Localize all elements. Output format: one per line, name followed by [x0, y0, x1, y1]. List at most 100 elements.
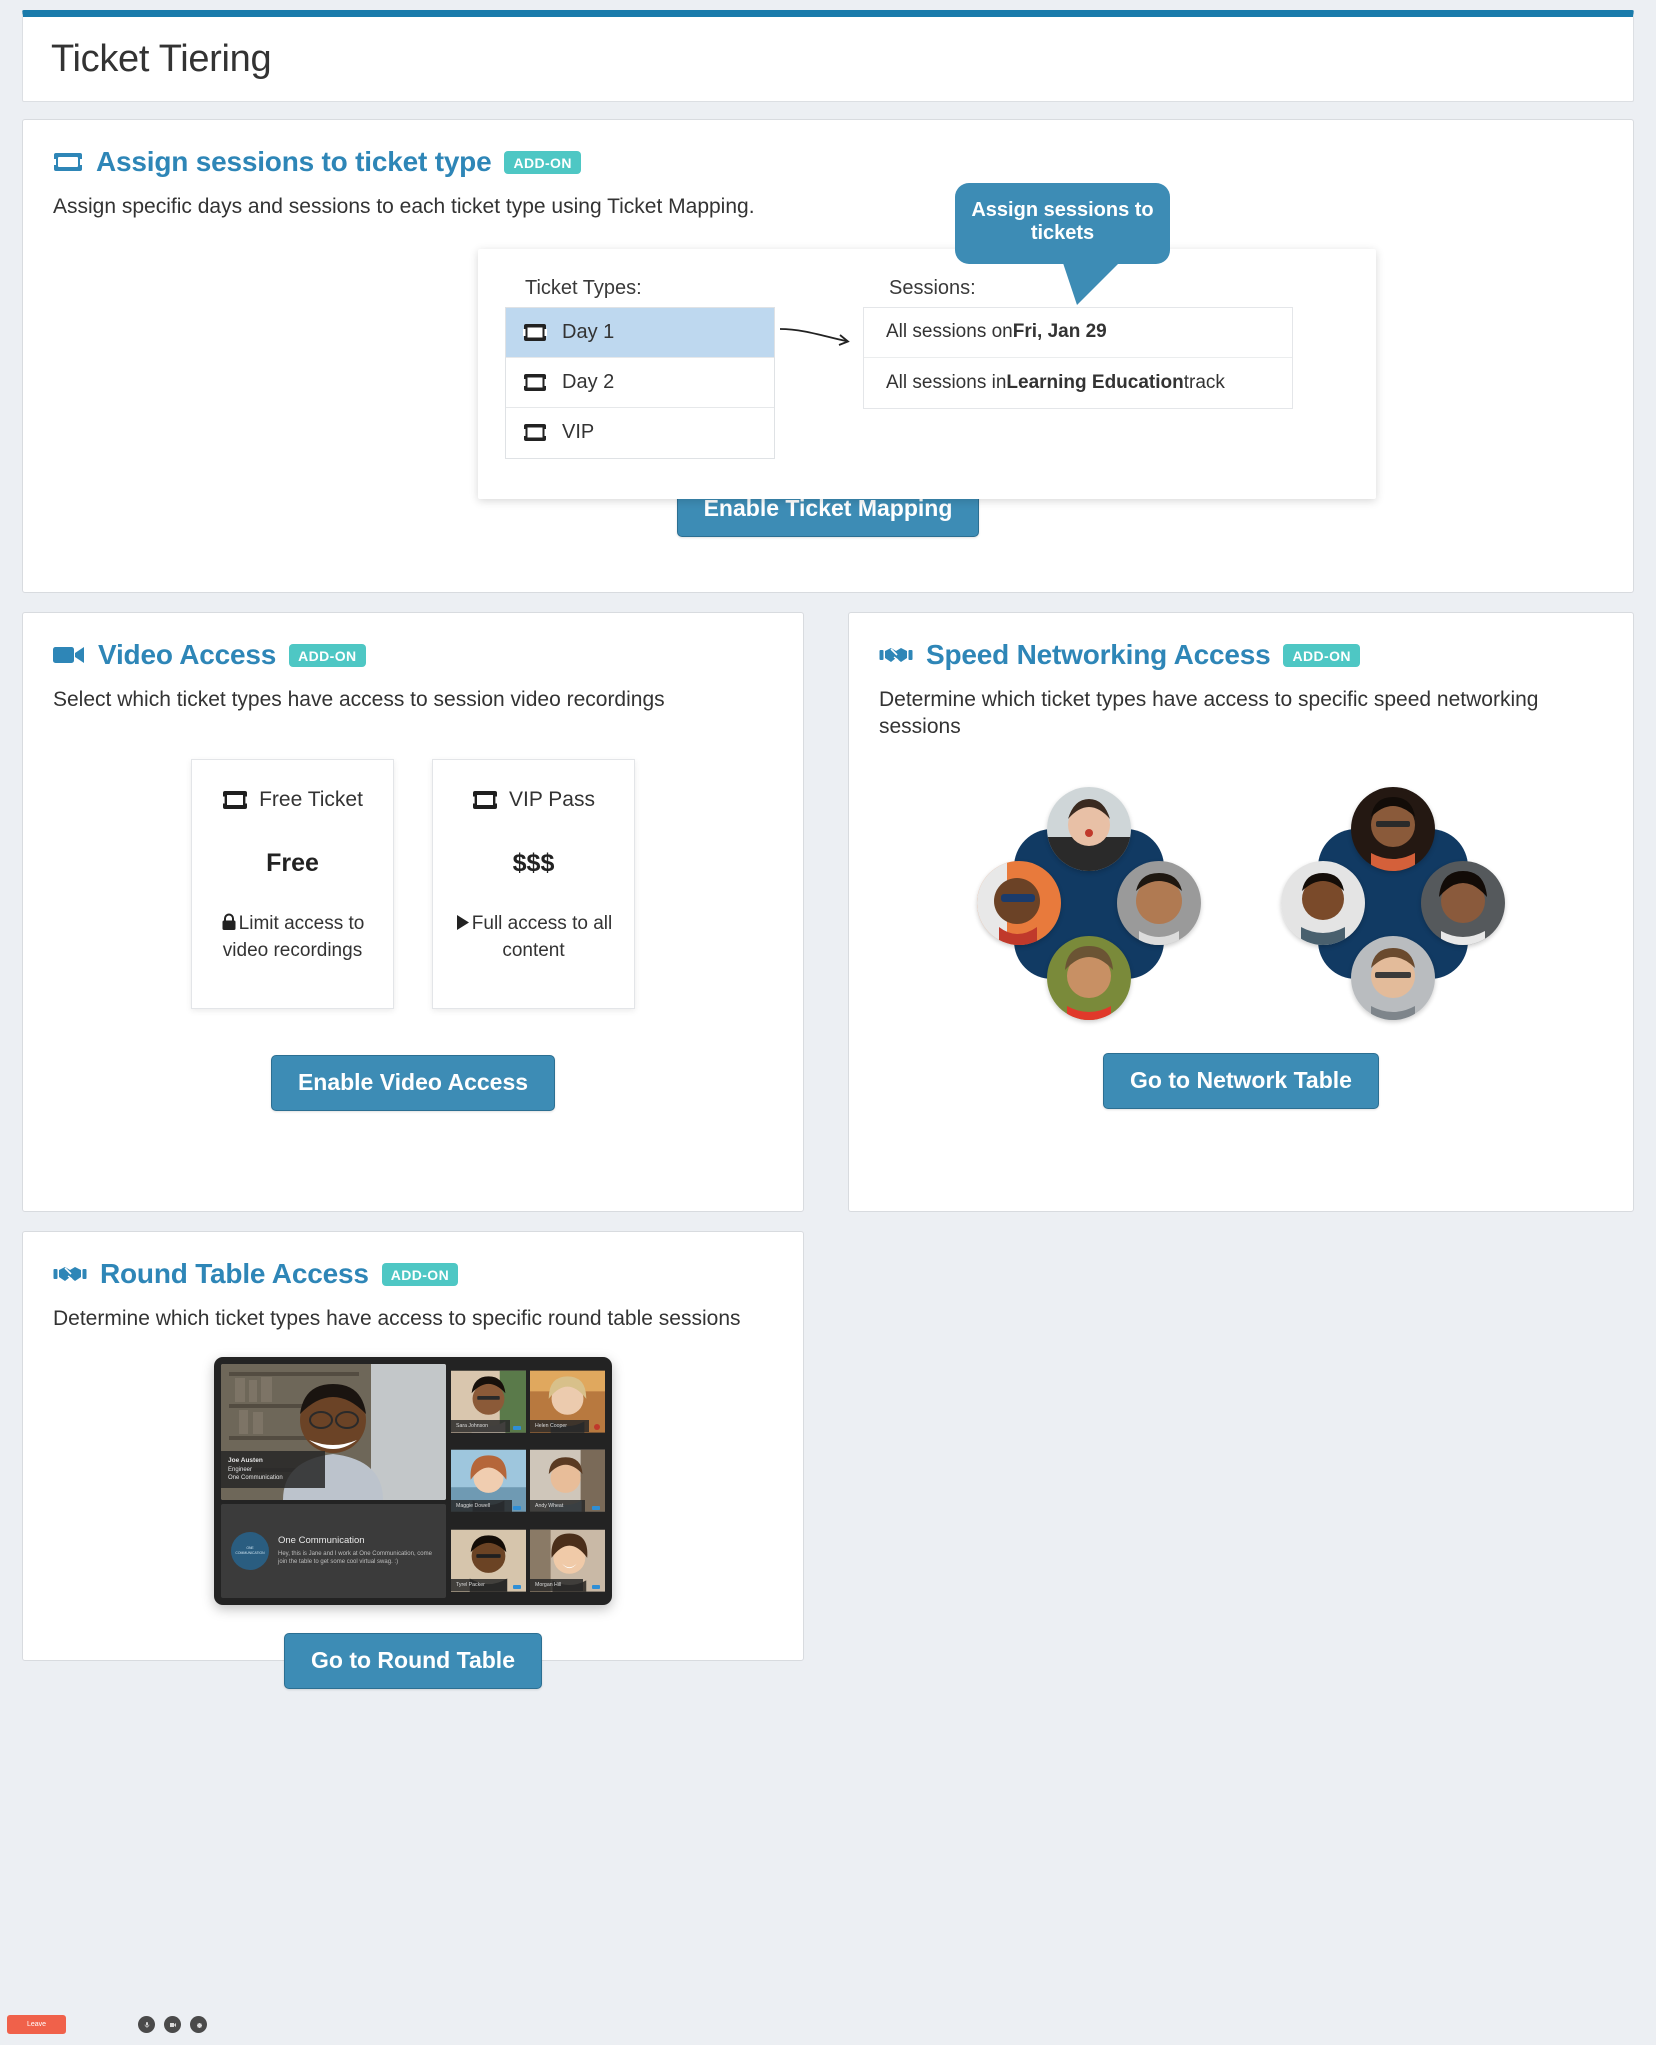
ticket-icon	[53, 150, 83, 174]
session-row[interactable]: All sessions in Learning Education track	[864, 358, 1292, 408]
addon-badge: ADD-ON	[381, 1262, 459, 1286]
video-ticket-cards: Free Ticket Free Limit access to video r…	[53, 758, 773, 1009]
session-row[interactable]: All sessions on Fri, Jan 29	[864, 308, 1292, 358]
session-text-bold: Learning Education	[1006, 371, 1184, 393]
session-text-prefix: All sessions on	[886, 321, 1013, 343]
ticket-card-name-row: VIP Pass	[433, 788, 634, 812]
ticket-card-note: Limit access to video recordings	[222, 912, 365, 961]
participant-tile: Helen Cooper	[530, 1364, 605, 1439]
camera-icon[interactable]	[164, 2016, 182, 2033]
round-table-title: Round Table Access	[100, 1258, 369, 1289]
avatar	[1047, 935, 1131, 1020]
ticket-card-note-row: Full access to all content	[433, 912, 634, 963]
page-header: Ticket Tiering	[22, 10, 1634, 102]
ticket-tiering-page: Ticket Tiering Assign sessions to ticket…	[0, 10, 1656, 2045]
assign-sessions-header: Assign sessions to ticket type ADD-ON	[53, 146, 1603, 178]
ticket-type-row[interactable]: VIP	[506, 408, 774, 458]
ticket-type-label: VIP	[562, 421, 595, 444]
ticket-card[interactable]: Free Ticket Free Limit access to video r…	[191, 758, 394, 1009]
assign-sessions-title: Assign sessions to ticket type	[96, 146, 492, 177]
ticket-icon	[222, 790, 249, 810]
ticket-card-price: Free	[266, 848, 319, 877]
speed-networking-title: Speed Networking Access	[926, 639, 1271, 670]
video-access-card: Video Access ADD-ON Select which ticket …	[22, 612, 804, 1212]
handshake-icon	[879, 643, 913, 667]
host-role: Engineer	[228, 1466, 253, 1473]
avatar	[1117, 860, 1201, 945]
settings-gear-icon[interactable]	[190, 2016, 208, 2033]
ticket-types-label: Ticket Types:	[525, 276, 642, 299]
mic-indicator-icon	[513, 1505, 521, 1510]
sessions-list: All sessions on Fri, Jan 29 All sessions…	[863, 306, 1293, 409]
video-access-header: Video Access ADD-ON	[53, 639, 773, 671]
video-call-main-column: Joe Austen Engineer One Communication ON…	[221, 1363, 446, 1598]
avatar	[1281, 860, 1365, 945]
video-access-title: Video Access	[98, 639, 277, 670]
avatar	[1351, 935, 1435, 1020]
network-cluster	[1279, 781, 1507, 1020]
addon-badge: ADD-ON	[504, 150, 581, 174]
callout-tail	[1063, 263, 1119, 306]
video-call-participant-grid: Sara Johnson Helen Cooper Maggie Dowell	[451, 1364, 605, 1598]
mapping-panel: Ticket Types: Sessions: Day 1 Day 2 VIP …	[478, 248, 1376, 499]
mic-indicator-icon	[592, 1584, 600, 1589]
go-to-network-table-button[interactable]: Go to Network Table	[1103, 1052, 1379, 1109]
participant-tile: Maggie Dowell	[451, 1443, 526, 1518]
network-cluster	[975, 781, 1203, 1020]
video-call-toolbar: Leave	[7, 2011, 1649, 2038]
ticket-card-note: Full access to all content	[471, 912, 613, 961]
round-table-description: Determine which ticket types have access…	[53, 1307, 741, 1330]
chat-message: Hey, this is Jane and I work at One Comm…	[278, 1550, 432, 1566]
participant-tile: Andy Wheat	[530, 1443, 605, 1518]
bottom-right-spacer	[848, 1231, 1634, 1661]
ticket-card-name: Free Ticket	[259, 787, 363, 811]
participant-name: Andy Wheat	[530, 1499, 586, 1512]
networking-graphic	[879, 781, 1603, 1020]
call-controls	[138, 2016, 208, 2033]
session-text-bold: Fri, Jan 29	[1012, 321, 1107, 343]
ticket-type-label: Day 2	[562, 370, 615, 393]
page-title: Ticket Tiering	[51, 37, 272, 80]
assign-sessions-callout: Assign sessions to tickets	[955, 182, 1170, 306]
video-call-mockup: Joe Austen Engineer One Communication ON…	[7, 1356, 612, 2034]
ticket-type-row[interactable]: Day 2	[506, 358, 774, 408]
session-text-suffix: track	[1183, 371, 1225, 393]
play-icon	[455, 914, 470, 939]
mic-indicator-icon	[592, 1505, 600, 1510]
video-access-description: Select which ticket types have access to…	[53, 688, 665, 711]
microphone-icon[interactable]	[138, 2016, 156, 2033]
participant-tile: Tyrel Packer	[451, 1523, 526, 1598]
mic-indicator-icon	[513, 1426, 521, 1431]
session-text-prefix: All sessions in	[886, 371, 1007, 393]
speed-networking-card: Speed Networking Access ADD-ON Determine…	[848, 612, 1634, 1212]
host-nametag: Joe Austen Engineer One Communication	[221, 1451, 325, 1488]
ticket-types-list: Day 1 Day 2 VIP	[505, 306, 775, 459]
ticket-icon	[472, 790, 498, 810]
participant-name: Morgan Hill	[530, 1578, 584, 1591]
ticket-card-price: $$$	[512, 848, 555, 877]
participant-tile: Morgan Hill	[530, 1523, 605, 1598]
video-call-host-tile: Joe Austen Engineer One Communication	[221, 1363, 446, 1500]
assign-sessions-card: Assign sessions to ticket type ADD-ON As…	[22, 119, 1634, 593]
go-to-round-table-button[interactable]: Go to Round Table	[284, 1632, 542, 1689]
participant-tile: Sara Johnson	[451, 1364, 526, 1439]
enable-video-access-button[interactable]: Enable Video Access	[270, 1054, 556, 1111]
round-table-header: Round Table Access ADD-ON	[53, 1258, 773, 1290]
avatar	[977, 860, 1061, 945]
ticket-card-name-row: Free Ticket	[192, 788, 393, 812]
handshake-icon	[53, 1262, 87, 1286]
ticket-icon	[523, 323, 547, 342]
avatar	[1421, 860, 1505, 945]
ticket-icon	[523, 423, 547, 442]
sessions-label: Sessions:	[889, 276, 976, 299]
video-camera-icon	[53, 644, 85, 666]
assign-sessions-description: Assign specific days and sessions to eac…	[53, 195, 755, 218]
ticket-type-row[interactable]: Day 1	[506, 307, 774, 358]
host-name: Joe Austen	[228, 1457, 263, 1465]
participant-name: Maggie Dowell	[451, 1499, 513, 1512]
video-call-chat: ONE COMMUNICATION One Communication Hey, …	[221, 1503, 446, 1598]
ticket-card[interactable]: VIP Pass $$$ Full access to all content	[432, 758, 635, 1009]
leave-call-button[interactable]: Leave	[7, 2015, 67, 2034]
host-company: One Communication	[228, 1475, 283, 1482]
ticket-card-name: VIP Pass	[509, 787, 595, 811]
